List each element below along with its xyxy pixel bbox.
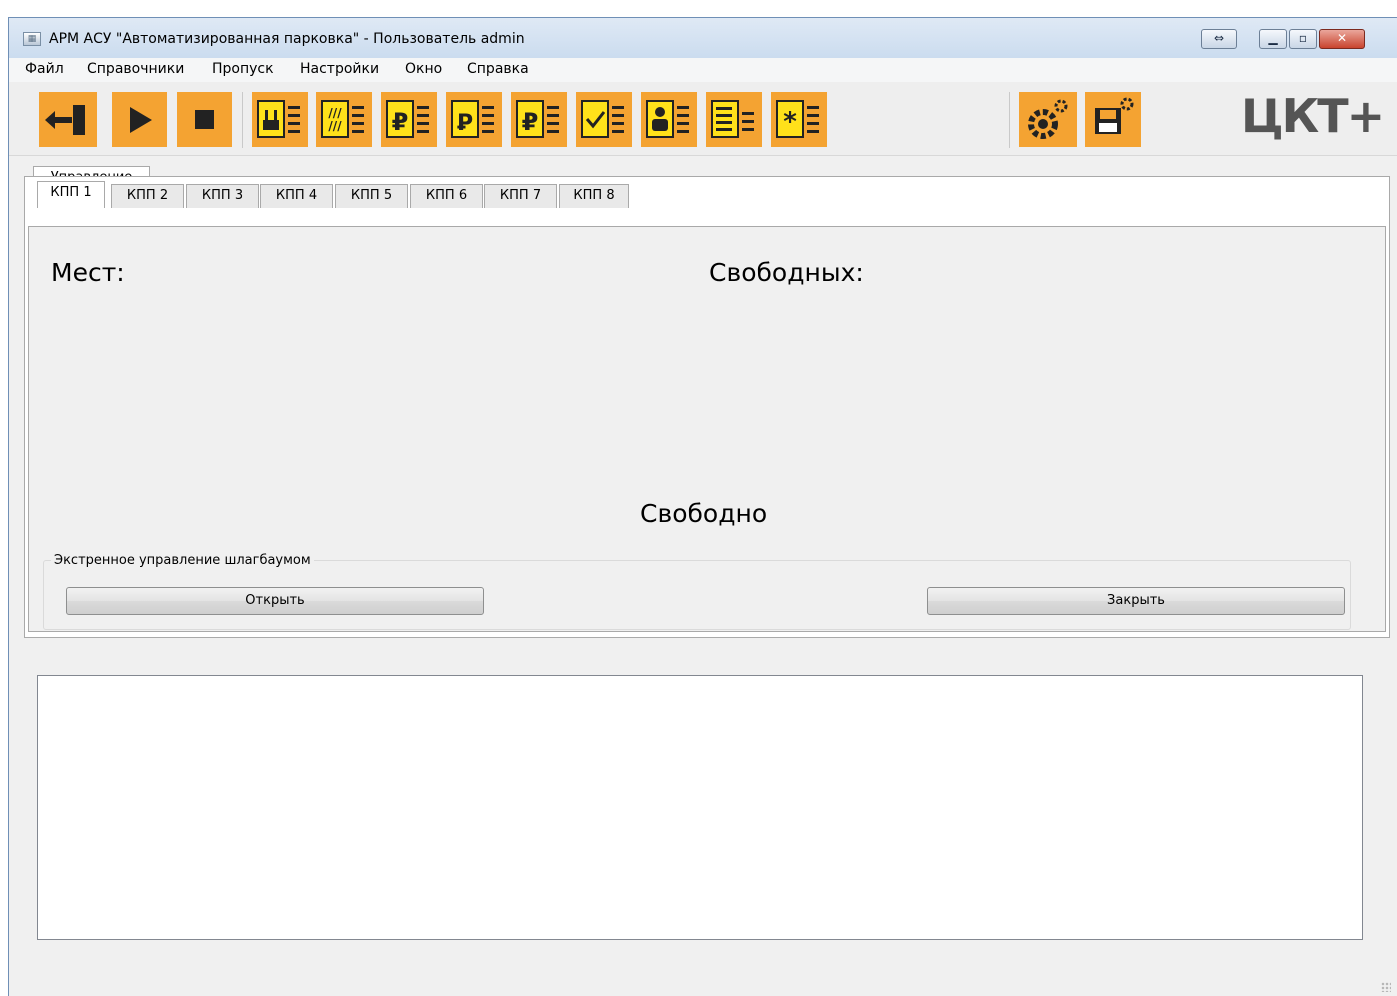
tab-kpp-8[interactable]: КПП 8 bbox=[559, 184, 629, 208]
menu-file[interactable]: Файл bbox=[25, 61, 64, 77]
maximize-button[interactable]: ▫ bbox=[1289, 29, 1317, 49]
gear-settings-icon[interactable] bbox=[1019, 92, 1077, 147]
barrier-group-title: Экстренное управление шлагбаумом bbox=[51, 553, 314, 568]
close-window-button[interactable]: ✕ bbox=[1319, 29, 1365, 49]
asterisk-list-icon[interactable]: * bbox=[771, 92, 827, 147]
passes-list-icon[interactable]: /// /// bbox=[316, 92, 372, 147]
report-list-icon[interactable] bbox=[706, 92, 762, 147]
users-list-icon[interactable] bbox=[641, 92, 697, 147]
resize-grip[interactable] bbox=[1381, 982, 1391, 992]
menu-help[interactable]: Справка bbox=[467, 61, 529, 77]
exit-icon[interactable] bbox=[39, 92, 97, 147]
save-settings-icon[interactable] bbox=[1085, 92, 1141, 147]
toolbar: /// /// ₽ Ꝑ ₽ * ЦКТ+ bbox=[9, 82, 1397, 156]
minimize-button[interactable]: ▁ bbox=[1259, 29, 1287, 49]
company-logo: ЦКТ+ bbox=[1241, 89, 1385, 143]
check-list-icon[interactable] bbox=[576, 92, 632, 147]
payment-list-icon[interactable]: ₽ bbox=[511, 92, 567, 147]
menu-references[interactable]: Справочники bbox=[87, 61, 184, 77]
tab-kpp-1[interactable]: КПП 1 bbox=[37, 181, 105, 208]
tab-kpp-2[interactable]: КПП 2 bbox=[111, 184, 184, 208]
tariff-list-icon[interactable]: ₽ bbox=[381, 92, 437, 147]
play-icon[interactable] bbox=[112, 92, 167, 147]
free-places-label: Свободных: bbox=[709, 258, 864, 287]
resize-toggle-button[interactable]: ⇔ bbox=[1201, 29, 1237, 49]
tab-kpp-3[interactable]: КПП 3 bbox=[186, 184, 259, 208]
title-bar[interactable]: ▦ АРМ АСУ "Автоматизированная парковка" … bbox=[9, 18, 1397, 58]
svg-text:₽: ₽ bbox=[522, 108, 539, 136]
event-log-area[interactable] bbox=[37, 675, 1363, 940]
status-text: Свободно bbox=[640, 499, 768, 528]
svg-text:₽: ₽ bbox=[392, 108, 409, 136]
tab-kpp-4[interactable]: КПП 4 bbox=[260, 184, 333, 208]
menu-settings[interactable]: Настройки bbox=[300, 61, 379, 77]
menu-window[interactable]: Окно bbox=[405, 61, 442, 77]
tab-kpp-5[interactable]: КПП 5 bbox=[335, 184, 408, 208]
svg-text:///: /// bbox=[328, 106, 342, 120]
svg-text:Ꝑ: Ꝑ bbox=[457, 111, 473, 136]
window-title: АРМ АСУ "Автоматизированная парковка" - … bbox=[49, 31, 525, 47]
open-barrier-button[interactable]: Открыть bbox=[66, 587, 484, 615]
menu-bar: Файл Справочники Пропуск Настройки Окно … bbox=[9, 58, 1397, 82]
tab-kpp-7[interactable]: КПП 7 bbox=[484, 184, 557, 208]
tab-kpp-6[interactable]: КПП 6 bbox=[410, 184, 483, 208]
stop-icon[interactable] bbox=[177, 92, 232, 147]
tariff-p-list-icon[interactable]: Ꝑ bbox=[446, 92, 502, 147]
svg-text:///: /// bbox=[328, 119, 342, 133]
close-barrier-button[interactable]: Закрыть bbox=[927, 587, 1345, 615]
svg-text:*: * bbox=[783, 107, 797, 137]
app-icon: ▦ bbox=[23, 32, 41, 46]
places-label: Мест: bbox=[51, 258, 125, 287]
parking-list-icon[interactable] bbox=[252, 92, 308, 147]
menu-pass[interactable]: Пропуск bbox=[212, 61, 274, 77]
